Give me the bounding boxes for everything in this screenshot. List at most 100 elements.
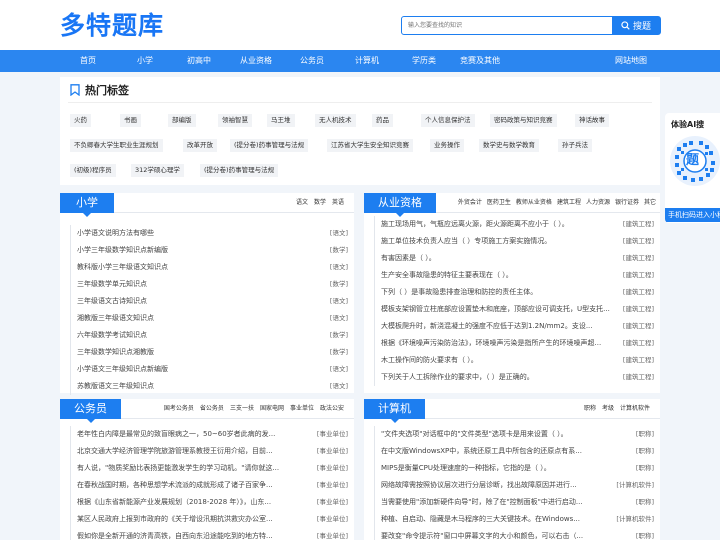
panel-title[interactable]: 小学 [60, 193, 114, 217]
list-item[interactable]: 教科版小学三年级语文知识点 [语文] [70, 259, 348, 276]
list-item[interactable]: 湘教版三年级语文知识点 [语文] [70, 310, 348, 327]
nav-home[interactable]: 首页 [80, 50, 96, 72]
panel-tag[interactable]: 英语 [332, 193, 344, 213]
list-item[interactable]: 假如你是全新开通的济青高铁，自西向东沿途能吃到的地方特... [事业单位] [70, 528, 348, 540]
panel-tag[interactable]: 计算机软件 [620, 399, 650, 419]
panel-tag[interactable]: 政法公安 [320, 399, 344, 419]
panel-title[interactable]: 公务员 [60, 399, 121, 423]
panel-computer: 计算机 职称 考级 计算机软件 "文件夹选项"对话框中的"文件类型"选项卡是用来… [364, 399, 660, 540]
search-input[interactable] [402, 17, 612, 34]
list-item[interactable]: 木工操作间的防火要求有（ ）。 [建筑工程] [374, 352, 654, 369]
hot-tag[interactable]: 神话故事 [575, 114, 609, 127]
panel-tag[interactable]: 语文 [296, 193, 308, 213]
search-button[interactable]: 搜题 [612, 17, 660, 34]
list-item[interactable]: 在春秋战国时期，各种思想学术流派的成就形成了诸子百家争... [事业单位] [70, 477, 348, 494]
panel-tag[interactable]: 其它 [644, 193, 656, 213]
divider [68, 102, 652, 103]
panel-tag[interactable]: 教师从业资格 [516, 193, 552, 213]
list-item[interactable]: 施工单位技术负责人应当（ ）专项施工方案实施情况。 [建筑工程] [374, 233, 654, 250]
site-logo[interactable]: 多特题库 [60, 6, 164, 42]
list-item[interactable]: 施工现场用气，气瓶应远离火源，距火源距离不应小于（ ）。 [建筑工程] [374, 216, 654, 233]
hot-tag[interactable]: (提分卷)药事管理与法规 [200, 164, 279, 177]
panel-tag[interactable]: 数学 [314, 193, 326, 213]
panel-tag[interactable]: 事业单位 [290, 399, 314, 419]
hot-tag[interactable]: 无人机技术 [315, 114, 356, 127]
list-item[interactable]: 模板支架钢管立柱底部应设置垫木和底座，顶部应设可调支托，U型支托... [建筑工程… [374, 301, 654, 318]
nav-civil-servant[interactable]: 公务员 [300, 50, 324, 72]
hot-tag[interactable]: 药品 [372, 114, 393, 127]
list-item[interactable]: 根据《山东省新能源产业发展规划（2018-2028 年）》，山东... [事业单位… [70, 494, 348, 511]
list-item[interactable]: MIPS是衡量CPU处理速度的一种指标，它指的是（ ）。 [职称] [374, 460, 654, 477]
list-item[interactable]: 网络故障需按照协议层次进行分层诊断，找出故障原因并进行... [计算机软件] [374, 477, 654, 494]
hot-tag[interactable]: 数学史与数学教育 [479, 139, 539, 152]
list-item[interactable]: 大模板爬升时，新浇混凝土的强度不应低于达到1.2N/mm2。支设... [建筑工程… [374, 318, 654, 335]
list-item[interactable]: 在中文版WindowsXP中，系统还原工具中所包含的还原点有系... [职称] [374, 443, 654, 460]
ai-widget-title: 体验AI搜 [671, 120, 705, 129]
ai-widget-footer[interactable]: 手机扫码进入小程序 [665, 208, 720, 222]
nav-competition[interactable]: 竞赛及其他 [460, 50, 500, 72]
list-item[interactable]: 小学三年级数学知识点新编版 [数学] [70, 242, 348, 259]
hot-tag[interactable]: (提分卷)药事管理与法规 [230, 139, 309, 152]
panel-tag[interactable]: 医药卫生 [487, 193, 511, 213]
question-list: 小学语文说明方法有哪些 [语文] 小学三年级数学知识点新编版 [数学] 教科版小学三… [70, 225, 348, 395]
list-item[interactable]: 苏教版语文三年级知识点 [语文] [70, 378, 348, 395]
hot-tag[interactable]: 个人信息保护法 [421, 114, 475, 127]
list-item[interactable]: 三年级数学知识点湘教版 [数学] [70, 344, 348, 361]
list-item[interactable]: 当需要使用"添加新硬件向导"时，除了在"控制面板"中进行启动... [职称] [374, 494, 654, 511]
panel-tag[interactable]: 国考公务员 [164, 399, 194, 419]
list-item[interactable]: "文件夹选项"对话框中的"文件类型"选项卡是用来设置（ ）。 [职称] [374, 426, 654, 443]
list-item[interactable]: 小学语文三年级知识点新编版 [语文] [70, 361, 348, 378]
panel-title[interactable]: 从业资格 [364, 193, 436, 217]
nav-academic[interactable]: 学历类 [412, 50, 436, 72]
nav-middle-high-school[interactable]: 初高中 [187, 50, 211, 72]
panel-tag[interactable]: 考级 [602, 399, 614, 419]
hot-tag[interactable]: 书画 [120, 114, 141, 127]
hot-tag[interactable]: (初级)程序员 [70, 164, 116, 177]
panel-tag[interactable]: 银行证券 [615, 193, 639, 213]
nav-primary-school[interactable]: 小学 [137, 50, 153, 72]
list-item[interactable]: 要改变"命令提示符"窗口中屏幕文字的大小和颜色，可以右击（... [职称] [374, 528, 654, 540]
list-item[interactable]: 下列（ ）是事故隐患排查治理和防控的责任主体。 [建筑工程] [374, 284, 654, 301]
list-item[interactable]: 有害因素是（ ）。 [建筑工程] [374, 250, 654, 267]
nav-site-map[interactable]: 网站地图 [615, 50, 647, 72]
panel-tag[interactable]: 职称 [584, 399, 596, 419]
hot-tag[interactable]: 领袖智慧 [218, 114, 252, 127]
search-icon [621, 21, 630, 30]
hot-tag[interactable]: 江苏省大学生安全知识竞赛 [327, 139, 413, 152]
hot-tag[interactable]: 改革开放 [183, 139, 217, 152]
hot-tag[interactable]: 孙子兵法 [558, 139, 592, 152]
hot-tags-title-text: 热门标签 [85, 84, 129, 97]
list-item[interactable]: 老年性白内障是最常见的致盲眼病之一，50~60岁者此病的发... [事业单位] [70, 426, 348, 443]
panel-header: 公务员 国考公务员 省公务员 三支一扶 国家电网 事业单位 政法公安 [60, 399, 354, 423]
hot-tag[interactable]: 不负卿春大学生职业生涯规划 [70, 139, 163, 152]
list-item[interactable]: 三年级数学单元知识点 [数学] [70, 276, 348, 293]
qr-center-label: 题 [686, 153, 700, 168]
panel-title[interactable]: 计算机 [364, 399, 425, 423]
search-button-label: 搜题 [632, 22, 651, 32]
list-item[interactable]: 小学语文说明方法有哪些 [语文] [70, 225, 348, 242]
list-item[interactable]: 种植、自启动、隐藏是木马程序的三大关键技术。在Windows... [计算机软件] [374, 511, 654, 528]
list-item[interactable]: 北京交通大学经济管理学院旅游管理系教授王衍用介绍，目前... [事业单位] [70, 443, 348, 460]
list-item[interactable]: 有人说，"物质奖励比表扬更能激发学生的学习动机。"请你就这... [事业单位] [70, 460, 348, 477]
list-item[interactable]: 六年级数学考试知识点 [数学] [70, 327, 348, 344]
panel-tag[interactable]: 外贸会计 [458, 193, 482, 213]
list-item[interactable]: 下列关于人工拆除作业的要求中，（ ）是正确的。 [建筑工程] [374, 369, 654, 386]
nav-computer[interactable]: 计算机 [355, 50, 379, 72]
hot-tag[interactable]: 火药 [70, 114, 91, 127]
nav-qualification[interactable]: 从业资格 [240, 50, 272, 72]
hot-tag[interactable]: 密码政策与知识竞赛 [490, 114, 557, 127]
hot-tag[interactable]: 马王堆 [267, 114, 295, 127]
panel-tag[interactable]: 人力资源 [586, 193, 610, 213]
list-item[interactable]: 生产安全事故隐患的特征主要表现在（ ）。 [建筑工程] [374, 267, 654, 284]
panel-tag[interactable]: 建筑工程 [557, 193, 581, 213]
panel-tag[interactable]: 省公务员 [200, 399, 224, 419]
hot-tag[interactable]: 312学硕心理学 [131, 164, 184, 177]
hot-tag[interactable]: 部编版 [168, 114, 196, 127]
panel-tag[interactable]: 国家电网 [260, 399, 284, 419]
hot-tag[interactable]: 业务操作 [430, 139, 464, 152]
ai-search-widget[interactable]: 体验AI搜 题 手机扫码进入小程序 [665, 113, 720, 223]
list-item[interactable]: 根据《环境噪声污染防治法》，环境噪声污染是指所产生的环境噪声超... [建筑工程] [374, 335, 654, 352]
panel-tag[interactable]: 三支一扶 [230, 399, 254, 419]
list-item[interactable]: 某区人民政府上报到市政府的《关于增设汛期抗洪救灾办公室... [事业单位] [70, 511, 348, 528]
list-item[interactable]: 三年级语文古诗知识点 [语文] [70, 293, 348, 310]
